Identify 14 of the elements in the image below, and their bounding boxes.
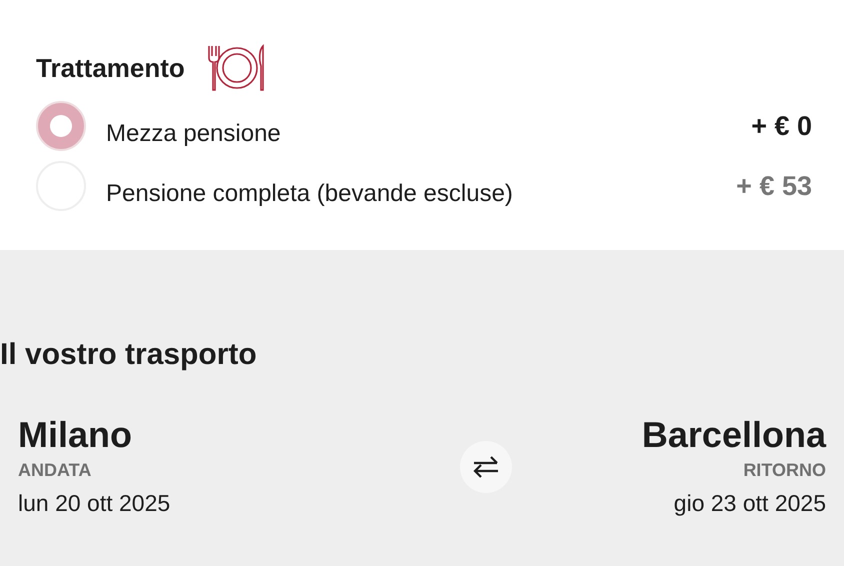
- section-title: Trattamento: [36, 52, 185, 84]
- section-title: Il vostro trasporto: [0, 337, 258, 373]
- radio-button[interactable]: [36, 101, 86, 151]
- city-name: Milano: [18, 413, 133, 457]
- leg-date: gio 23 ott 2025: [674, 489, 826, 518]
- leg-label: ANDATA: [18, 459, 92, 482]
- option-price: + € 53: [736, 170, 812, 203]
- option-label: Mezza pensione: [106, 119, 281, 149]
- leg-label: RITORNO: [743, 459, 826, 482]
- option-label: Pensione completa (bevande escluse): [106, 179, 513, 209]
- swap-arrows-icon: [472, 454, 500, 479]
- city-name: Barcellona: [642, 413, 826, 457]
- option-price: + € 0: [751, 110, 812, 143]
- leg-date: lun 20 ott 2025: [18, 489, 170, 518]
